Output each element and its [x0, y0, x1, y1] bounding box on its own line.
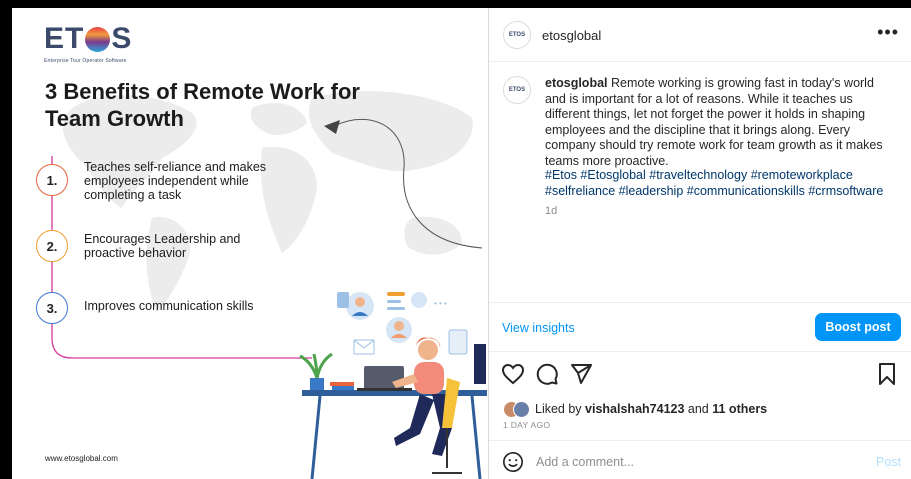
liker-avatar[interactable]	[513, 400, 530, 418]
view-insights-link[interactable]: View insights	[502, 321, 575, 335]
smiley-icon[interactable]	[502, 451, 524, 473]
liker-username[interactable]: vishalshah74123	[585, 402, 684, 416]
comment-bar: Add a comment... Post	[489, 440, 911, 479]
more-options-icon[interactable]: •••	[877, 22, 899, 43]
benefit-number-2: 2.	[36, 230, 68, 262]
send-icon[interactable]	[569, 362, 593, 386]
author-avatar[interactable]: ETOS	[503, 21, 531, 49]
benefit-text-2: Encourages Leadership and proactive beha…	[84, 232, 241, 260]
bookmark-icon[interactable]	[875, 362, 899, 386]
caption-age: 1d	[545, 205, 558, 217]
remote-worker-illustration: • • •	[299, 292, 487, 479]
benefit-number-3: 3.	[36, 292, 68, 324]
benefit-text-1: Teaches self-reliance and makes employee…	[84, 160, 267, 202]
post-comment-button[interactable]: Post	[876, 455, 901, 469]
likes-prefix: Liked by	[535, 402, 582, 416]
comment-icon[interactable]	[535, 362, 559, 386]
post-image[interactable]: ET S Enterprise Tour Operator Software 3…	[12, 8, 489, 479]
screen: ET S Enterprise Tour Operator Software 3…	[0, 0, 911, 479]
insights-bar: View insights Boost post	[489, 302, 911, 352]
post-timestamp: 1 DAY AGO	[503, 420, 551, 430]
caption-username[interactable]: etosglobal	[545, 76, 608, 90]
author-username[interactable]: etosglobal	[542, 28, 601, 43]
caption-hashtags[interactable]: #Etos #Etosglobal #traveltechnology #rem…	[545, 168, 895, 199]
website-url: www.etosglobal.com	[45, 454, 118, 463]
likes-others-link[interactable]: 11 others	[712, 402, 767, 416]
post-header: ETOS etosglobal •••	[489, 8, 911, 62]
svg-text:• • •: • • •	[434, 299, 447, 308]
comment-input[interactable]: Add a comment...	[536, 455, 634, 469]
benefit-number-1: 1.	[36, 164, 68, 196]
action-bar	[489, 358, 911, 388]
post-caption: etosglobal Remote working is growing fas…	[545, 76, 895, 169]
likes-summary: Liked by vishalshah74123 and 11 others	[503, 399, 767, 419]
heart-icon[interactable]	[501, 362, 525, 386]
likes-connector: and	[687, 402, 709, 416]
post-details-panel: ETOS etosglobal ••• ETOS etosglobal Remo…	[489, 8, 911, 479]
instagram-post-dialog: ET S Enterprise Tour Operator Software 3…	[12, 8, 911, 479]
caption-avatar[interactable]: ETOS	[503, 76, 531, 104]
boost-post-button[interactable]: Boost post	[815, 313, 901, 341]
